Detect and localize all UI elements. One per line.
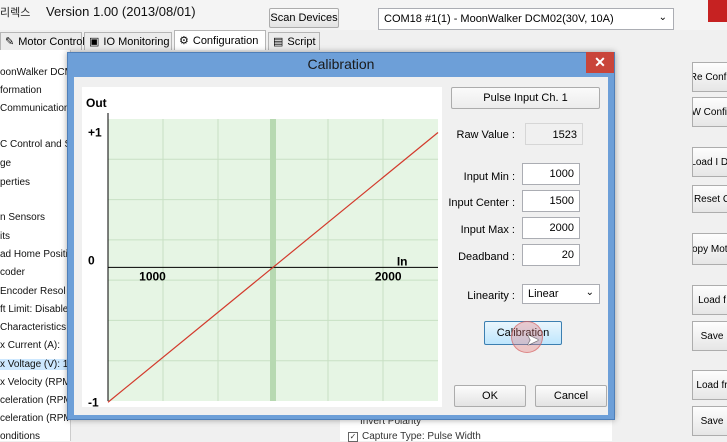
y-tick-label: -1 — [88, 395, 99, 407]
linearity-select[interactable]: Linear ⌄ — [522, 284, 600, 304]
load-default-button[interactable]: Load I De — [692, 147, 727, 177]
deadband-field[interactable]: 20 — [522, 244, 580, 266]
input-max-label: Input Max : — [460, 224, 515, 236]
tab-label: IO Monitoring — [103, 35, 170, 48]
x-tick-label: 1000 — [139, 269, 166, 283]
config-property-list: Invert Polarity ✓ Capture Type: Pulse Wid… — [340, 416, 612, 442]
raw-value-label: Raw Value : — [456, 129, 516, 141]
script-icon: ▤ — [273, 36, 284, 48]
gear-icon: ⚙ — [179, 35, 189, 47]
read-config-button[interactable]: Re Config — [692, 62, 727, 92]
tree-item[interactable]: x Velocity (RPM — [0, 377, 70, 388]
window-close-corner[interactable] — [708, 0, 727, 22]
y-tick-label: +1 — [88, 125, 102, 139]
x-tick-label: 2000 — [375, 269, 402, 283]
tree-item[interactable]: coder — [0, 267, 25, 278]
tree-item[interactable]: C Control and S — [0, 139, 70, 150]
input-center-field[interactable]: 1500 — [522, 190, 580, 212]
tree-item[interactable]: celeration (RPM — [0, 395, 70, 406]
device-select[interactable]: COM18 #1(1) - MoonWalker DCM02(30V, 10A)… — [378, 8, 674, 30]
tree-item[interactable]: Communication — [0, 103, 69, 114]
tree-item[interactable]: x Current (A): — [0, 340, 60, 351]
tab-motor-control[interactable]: ✎ Motor Control — [0, 32, 85, 50]
input-min-field[interactable]: 1000 — [522, 163, 580, 185]
reset-config-button[interactable]: Reset C — [692, 185, 727, 213]
tree-item[interactable]: formation — [0, 85, 42, 96]
load-from-button[interactable]: Load fr — [692, 370, 727, 400]
tree-item[interactable]: ft Limit: Disable — [0, 304, 68, 315]
copy-mot-button[interactable]: Copy Mot.1- — [692, 233, 727, 265]
tree-item[interactable]: its — [0, 231, 10, 242]
input-center-label: Input Center : — [448, 197, 515, 209]
device-select-value: COM18 #1(1) - MoonWalker DCM02(30V, 10A) — [384, 13, 614, 25]
app-logo-text: 리렉스 — [0, 7, 31, 19]
tree-item[interactable]: ge — [0, 158, 11, 169]
config-tree[interactable]: oonWalker DCM formation Communication C … — [0, 50, 71, 441]
tree-item[interactable]: Characteristics — [0, 322, 66, 333]
calibration-chart: Out In +1 0 -1 1000 2000 — [82, 87, 442, 409]
tab-configuration[interactable]: ⚙ Configuration — [174, 30, 266, 50]
input-max-field[interactable]: 2000 — [522, 217, 580, 239]
tab-label: Script — [287, 35, 316, 48]
tree-item[interactable]: onditions — [0, 431, 40, 441]
tree-item[interactable]: celeration (RPM/s): 30000 — [0, 413, 70, 424]
monitor-icon: ▣ — [89, 36, 100, 48]
input-min-label: Input Min : — [463, 171, 515, 183]
linearity-value: Linear — [528, 288, 559, 300]
chevron-down-icon: ⌄ — [585, 287, 594, 298]
side-button-panel: Re Config W Config Load I De Reset C Cop… — [612, 50, 727, 441]
mouse-cursor-icon: ➤ — [526, 332, 540, 349]
tree-item[interactable]: n Sensors — [0, 212, 45, 223]
y-tick-label: 0 — [88, 253, 95, 267]
chevron-down-icon: ⌄ — [658, 12, 667, 23]
tree-item-selected[interactable]: x Voltage (V): 1 — [0, 359, 70, 370]
tree-item[interactable]: perties — [0, 177, 30, 188]
linearity-label: Linearity : — [467, 290, 515, 302]
tree-item[interactable]: Encoder Resol — [0, 286, 66, 297]
dialog-title: Calibration — [307, 56, 375, 72]
x-axis-label: In — [397, 254, 408, 268]
channel-label-button[interactable]: Pulse Input Ch. 1 — [451, 87, 600, 109]
ok-button[interactable]: OK — [454, 385, 526, 407]
cancel-button[interactable]: Cancel — [535, 385, 607, 407]
scan-devices-button[interactable]: Scan Devices — [269, 8, 339, 28]
save-file-button[interactable]: Save — [692, 321, 727, 351]
chart-svg: Out In +1 0 -1 1000 2000 — [86, 96, 439, 409]
dialog-body: Out In +1 0 -1 1000 2000 Pulse Input Ch. 1 R… — [74, 77, 608, 415]
raw-value-marker — [270, 119, 276, 401]
calibration-dialog: Calibration ✕ Out In +1 0 -1 1000 2000 Pulse… — [67, 52, 615, 420]
deadband-label: Deadband : — [458, 251, 515, 263]
write-config-button[interactable]: W Config — [692, 97, 727, 127]
tree-item[interactable]: oonWalker DCM — [0, 67, 70, 78]
tab-label: Configuration — [192, 34, 259, 47]
save-to-button[interactable]: Save — [692, 406, 727, 436]
property-item[interactable]: ✓ Capture Type: Pulse Width — [348, 431, 481, 442]
property-label: Capture Type: Pulse Width — [362, 431, 481, 442]
tab-label: Motor Control — [18, 35, 85, 48]
y-axis-label: Out — [86, 96, 107, 110]
close-icon[interactable]: ✕ — [586, 52, 614, 73]
tab-io-monitoring[interactable]: ▣ IO Monitoring — [84, 32, 172, 50]
app-version: Version 1.00 (2013/08/01) — [46, 4, 196, 19]
tab-script[interactable]: ▤ Script — [268, 32, 320, 50]
raw-value-display: 1523 — [525, 123, 583, 145]
motor-icon: ✎ — [5, 36, 15, 48]
load-file-button[interactable]: Load f — [692, 285, 727, 315]
tree-item[interactable]: ad Home Positio — [0, 249, 70, 260]
